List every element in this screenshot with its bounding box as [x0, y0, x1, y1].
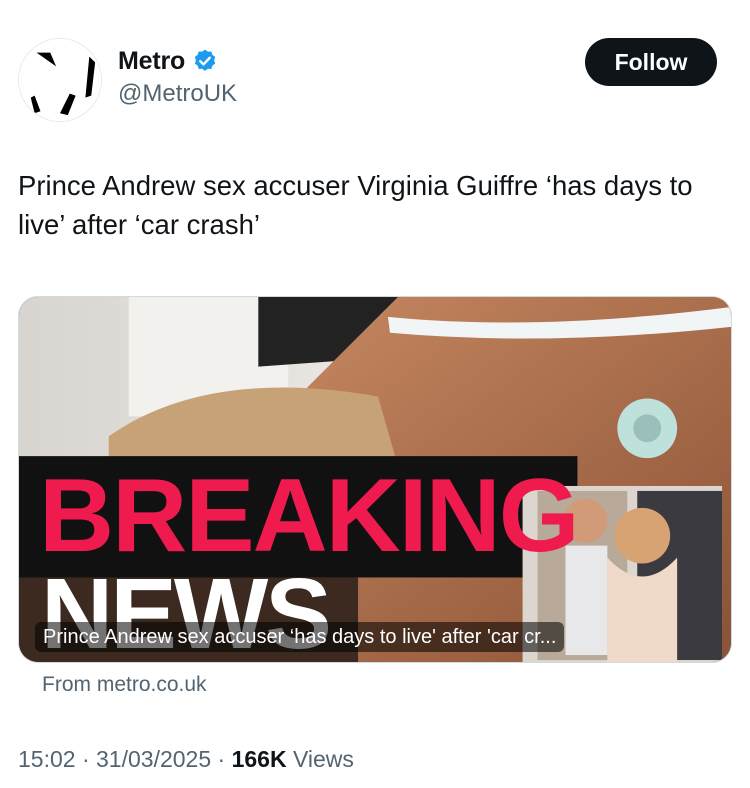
views-label: Views	[286, 746, 354, 772]
author-display-name[interactable]: Metro	[118, 47, 185, 76]
tweet-text: Prince Andrew sex accuser Virginia Guiff…	[18, 170, 693, 240]
metro-logo-icon	[19, 39, 101, 121]
card-source-link[interactable]: From metro.co.uk	[42, 673, 207, 697]
meta-separator: ·	[211, 746, 232, 772]
tweet-time[interactable]: 15:02	[18, 746, 76, 772]
follow-button[interactable]: Follow	[585, 38, 717, 86]
meta-separator: ·	[75, 746, 97, 772]
views-count: 166K	[231, 746, 287, 772]
tweet-meta: 15:02 · 31/03/2025 · 166K Views	[18, 746, 354, 773]
verified-badge-icon	[194, 49, 216, 71]
author-avatar[interactable]	[18, 38, 102, 122]
tweet-date[interactable]: 31/03/2025	[96, 746, 211, 772]
link-card[interactable]: BREAKING NEWS Prince Andrew sex accuser …	[18, 296, 732, 663]
author-handle[interactable]: @MetroUK	[118, 80, 237, 108]
author-name-row: Metro	[118, 44, 218, 78]
card-caption[interactable]: Prince Andrew sex accuser ‘has days to l…	[35, 622, 565, 652]
